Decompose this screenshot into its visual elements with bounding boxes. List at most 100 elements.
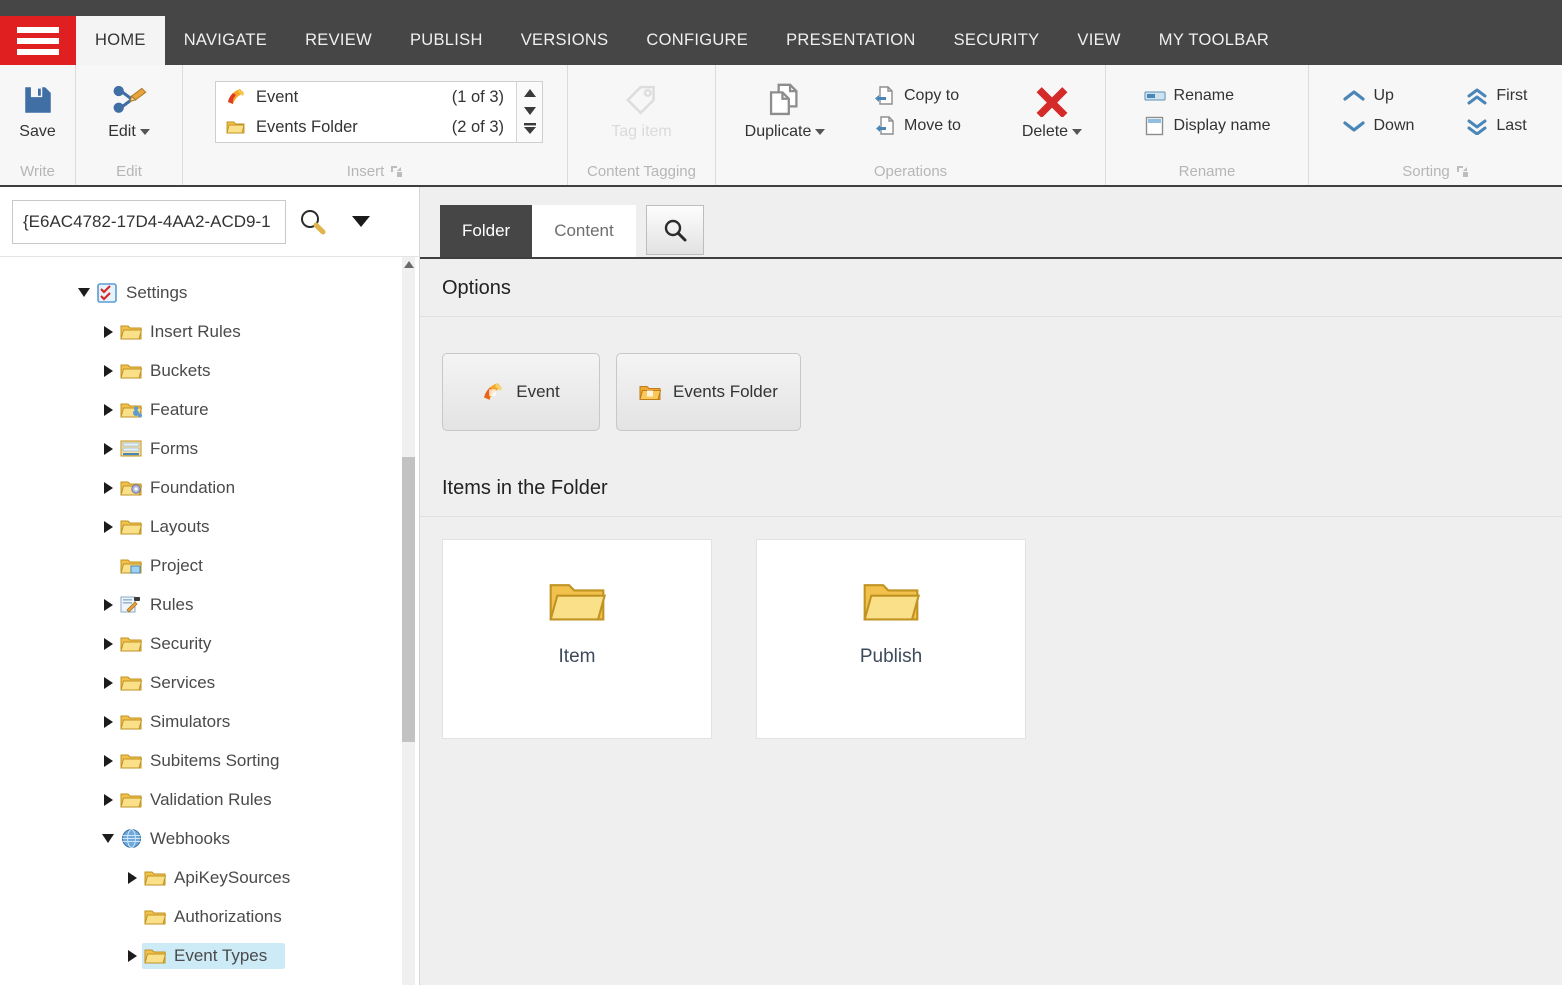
expand-toggle[interactable] (98, 793, 118, 806)
tab-navigate[interactable]: NAVIGATE (165, 16, 286, 65)
tree-item-validation-rules[interactable]: Validation Rules (0, 780, 419, 819)
editor-tab-strip: Folder Content (420, 187, 1562, 259)
globe-icon (118, 828, 144, 849)
folder-card-publish[interactable]: Publish (756, 539, 1026, 739)
rename-small-buttons: Rename Display name (1138, 71, 1277, 139)
expand-toggle[interactable] (98, 834, 118, 843)
expand-toggle[interactable] (98, 715, 118, 728)
copy-to-button[interactable]: Copy to (868, 83, 967, 109)
move-to-button[interactable]: Move to (868, 113, 967, 139)
delete-button[interactable]: Delete (1009, 71, 1095, 141)
tree-vertical-scrollbar[interactable] (402, 257, 415, 985)
expand-toggle[interactable] (98, 676, 118, 689)
tab-folder[interactable]: Folder (440, 205, 533, 257)
expand-toggle[interactable] (98, 442, 118, 455)
tree-item-security[interactable]: Security (0, 624, 419, 663)
expand-toggle[interactable] (98, 520, 118, 533)
triangle-right-icon (103, 715, 113, 728)
sorting-move-buttons: Up Down (1337, 71, 1420, 139)
ribbon-tab-bar: HOME NAVIGATE REVIEW PUBLISH VERSIONS CO… (0, 0, 1562, 66)
search-input[interactable] (12, 199, 286, 244)
tree-item-services[interactable]: Services (0, 663, 419, 702)
scroll-up-button[interactable] (523, 89, 537, 98)
tab-presentation[interactable]: PRESENTATION (767, 16, 935, 65)
tree-item-apikeysources[interactable]: ApiKeySources (0, 858, 419, 897)
scrollbar-thumb[interactable] (402, 457, 415, 742)
ribbon-group-write: Save Write (0, 65, 76, 185)
display-name-button[interactable]: Display name (1138, 113, 1277, 139)
insert-item-label: Events Folder (256, 117, 358, 136)
editor-search-button[interactable] (645, 205, 704, 255)
expand-toggle[interactable] (98, 325, 118, 338)
dialog-launcher-icon[interactable] (1456, 165, 1469, 178)
tree-item-event-types[interactable]: Event Types (0, 936, 419, 975)
sort-last-button[interactable]: Last (1460, 113, 1533, 139)
insert-item-events-folder[interactable]: Events Folder (2 of 3) (216, 112, 516, 142)
tree-item-foundation[interactable]: Foundation (0, 468, 419, 507)
insert-option-event[interactable]: Event (442, 353, 600, 431)
tree-item-settings[interactable]: Settings (0, 273, 419, 312)
expand-toggle[interactable] (122, 871, 142, 884)
tree-item-buckets[interactable]: Buckets (0, 351, 419, 390)
tab-label: VIEW (1077, 31, 1121, 49)
sort-first-button[interactable]: First (1460, 83, 1533, 109)
dialog-launcher-icon[interactable] (390, 165, 403, 178)
tree-item-rules[interactable]: Rules (0, 585, 419, 624)
search-icon[interactable] (286, 200, 338, 244)
duplicate-button[interactable]: Duplicate (740, 71, 830, 141)
expand-toggle[interactable] (98, 598, 118, 611)
hamburger-bar (17, 49, 59, 55)
expand-toggle[interactable] (98, 364, 118, 377)
expand-toggle[interactable] (74, 288, 94, 297)
tree-item-webhooks[interactable]: Webhooks (0, 819, 419, 858)
tab-view[interactable]: VIEW (1058, 16, 1139, 65)
tree-scroll-area: Settings Insert Rules Buckets Feature Fo… (0, 257, 419, 985)
search-options-dropdown[interactable] (338, 200, 384, 244)
tab-publish[interactable]: PUBLISH (391, 16, 502, 65)
tree-item-simulators[interactable]: Simulators (0, 702, 419, 741)
expand-toggle[interactable] (98, 481, 118, 494)
tab-content[interactable]: Content (532, 205, 636, 257)
duplicate-icon (766, 79, 804, 121)
scroll-down-button[interactable] (523, 106, 537, 115)
insert-item-event[interactable]: Event (1 of 3) (216, 82, 516, 112)
folder-card-item[interactable]: Item (442, 539, 712, 739)
tab-my-toolbar[interactable]: MY TOOLBAR (1140, 16, 1288, 65)
insert-option-events-folder[interactable]: Events Folder (616, 353, 801, 431)
expand-toggle[interactable] (98, 637, 118, 650)
tree-item-feature[interactable]: Feature (0, 390, 419, 429)
tab-label: CONFIGURE (646, 31, 749, 49)
sort-last-label: Last (1496, 117, 1527, 134)
tab-security[interactable]: SECURITY (935, 16, 1059, 65)
tree-item-project[interactable]: Project (0, 546, 419, 585)
tree-item-forms[interactable]: Forms (0, 429, 419, 468)
insert-gallery[interactable]: Event (1 of 3) Events Folder (2 of 3) (215, 81, 543, 143)
expand-toggle[interactable] (98, 754, 118, 767)
save-button[interactable]: Save (10, 71, 65, 141)
sort-down-button[interactable]: Down (1337, 113, 1420, 139)
item-editor-panel: Folder Content Options Event Events Fold… (420, 187, 1562, 985)
tree-item-layouts[interactable]: Layouts (0, 507, 419, 546)
main-menu-hamburger-icon[interactable] (0, 16, 76, 66)
tree-item-label: Insert Rules (150, 321, 241, 341)
tree-item-authorizations[interactable]: Authorizations (0, 897, 419, 936)
tab-configure[interactable]: CONFIGURE (627, 16, 767, 65)
tag-item-button[interactable]: Tag item (587, 71, 697, 141)
tab-review[interactable]: REVIEW (286, 16, 391, 65)
sort-up-button[interactable]: Up (1337, 83, 1420, 109)
tree-item-insert-rules[interactable]: Insert Rules (0, 312, 419, 351)
scroll-up-arrow-icon[interactable] (404, 261, 414, 268)
triangle-right-icon (103, 364, 113, 377)
tab-versions[interactable]: VERSIONS (502, 16, 628, 65)
expand-toggle[interactable] (122, 949, 142, 962)
delete-label: Delete (1022, 123, 1083, 141)
folder-icon (118, 712, 144, 731)
tab-home[interactable]: HOME (76, 16, 165, 65)
expand-toggle[interactable] (98, 403, 118, 416)
edit-button[interactable]: Edit (86, 71, 172, 141)
tree-item-subitems-sorting[interactable]: Subitems Sorting (0, 741, 419, 780)
rename-button[interactable]: Rename (1138, 83, 1277, 109)
expand-gallery-button[interactable] (523, 123, 537, 135)
folder-icon (142, 946, 168, 965)
chevron-down-icon (139, 128, 150, 135)
